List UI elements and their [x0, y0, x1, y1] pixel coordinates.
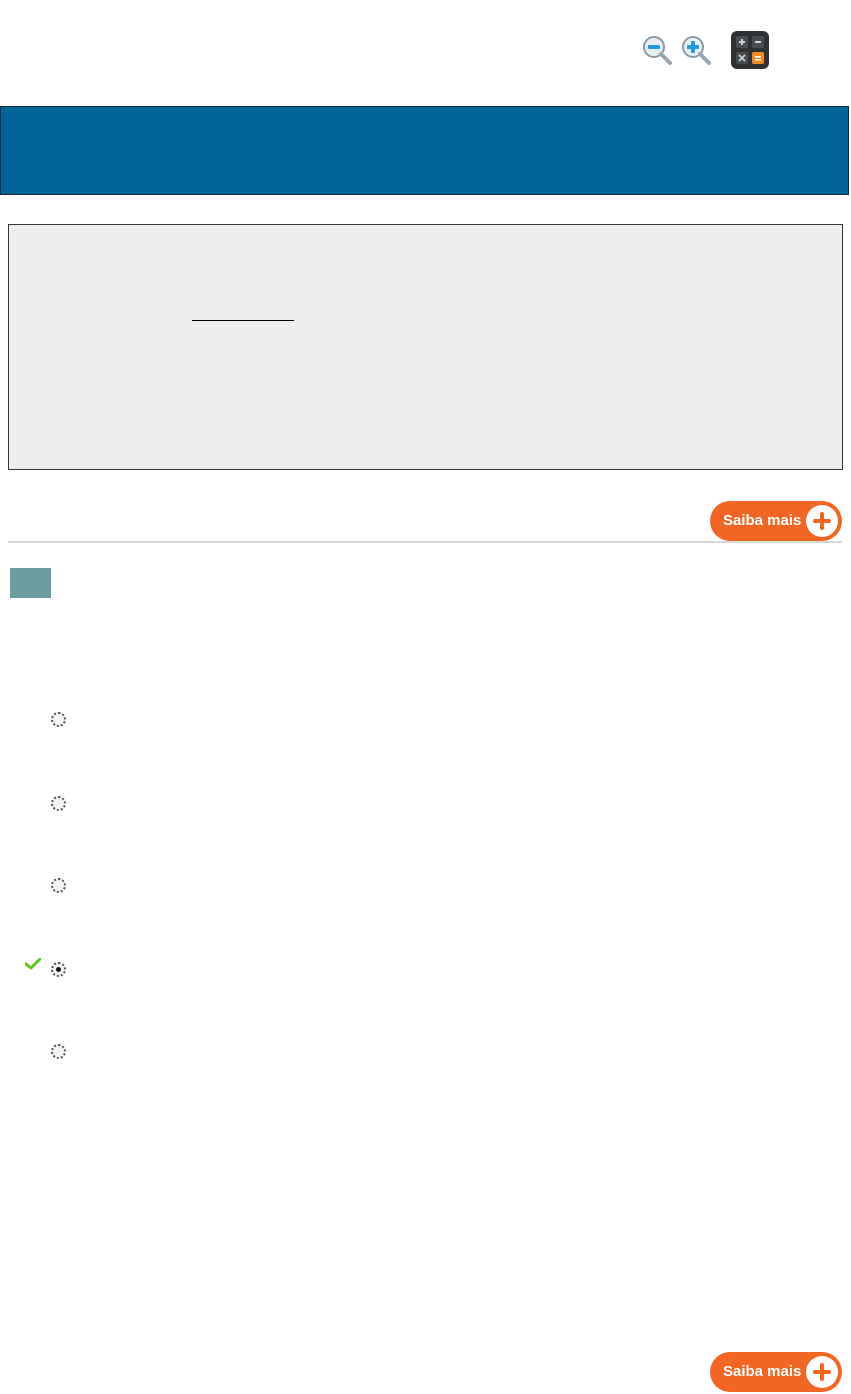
question-statement-box	[8, 224, 843, 470]
saiba-mais-label: Saiba mais	[723, 1363, 802, 1380]
plus-icon	[806, 1356, 838, 1388]
radio-button[interactable]	[51, 878, 66, 893]
saiba-mais-label: Saiba mais	[723, 512, 802, 529]
quiz-page: Saiba mais Saiba mais	[0, 0, 851, 1394]
answer-option-3[interactable]	[20, 878, 320, 902]
radio-button-selected[interactable]	[51, 962, 66, 977]
plus-icon	[806, 505, 838, 537]
radio-button[interactable]	[51, 796, 66, 811]
zoom-out-icon[interactable]	[640, 33, 674, 67]
calculator-icon[interactable]	[731, 31, 769, 69]
saiba-mais-button[interactable]: Saiba mais	[710, 501, 842, 541]
answer-option-2[interactable]	[20, 796, 320, 820]
answer-option-1[interactable]	[20, 712, 320, 736]
radio-button[interactable]	[51, 1044, 66, 1059]
check-icon	[25, 958, 41, 970]
fill-in-blank-line	[192, 320, 294, 321]
zoom-in-icon[interactable]	[679, 33, 713, 67]
saiba-mais-button-bottom[interactable]: Saiba mais	[710, 1352, 842, 1392]
answer-option-5[interactable]	[20, 1044, 320, 1068]
answer-option-4[interactable]	[20, 958, 320, 986]
header-banner	[0, 106, 849, 195]
divider	[8, 541, 842, 543]
question-number-badge	[10, 568, 51, 598]
radio-button[interactable]	[51, 712, 66, 727]
